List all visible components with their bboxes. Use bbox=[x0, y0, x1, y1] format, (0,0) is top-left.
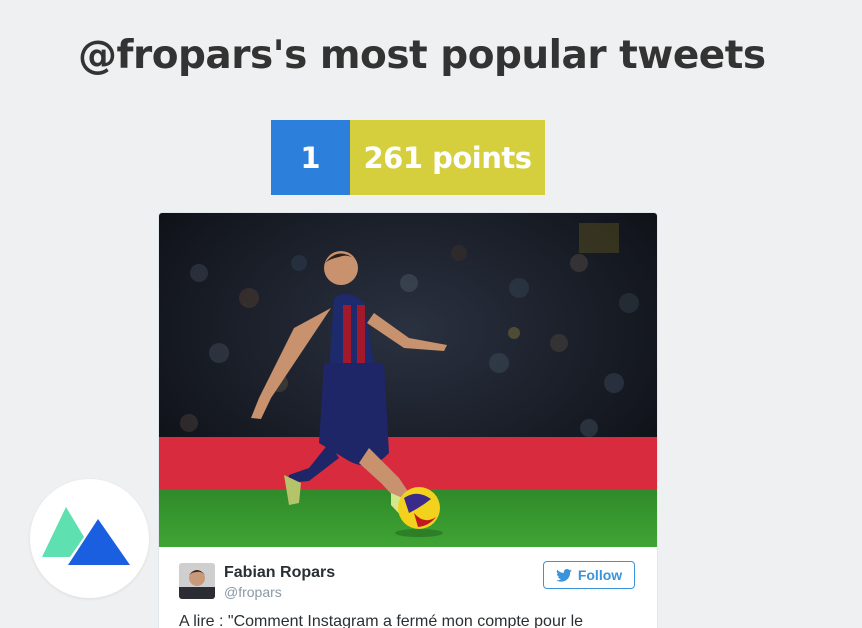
soccer-player-photo[interactable] bbox=[159, 213, 657, 547]
points-badge: 261 points bbox=[350, 120, 545, 195]
author-handle[interactable]: @fropars bbox=[224, 584, 282, 600]
brand-logo[interactable] bbox=[30, 479, 149, 598]
tweet-text: A lire : "Comment Instagram a fermé mon … bbox=[179, 613, 584, 628]
author-name[interactable]: Fabian Ropars bbox=[224, 564, 335, 582]
follow-label: Follow bbox=[577, 567, 623, 583]
tweet-card[interactable]: Fabian Ropars @fropars Follow A lire : "… bbox=[158, 212, 658, 628]
rank-badge: 1 bbox=[271, 120, 350, 195]
tweet-header: Fabian Ropars @fropars Follow bbox=[159, 547, 657, 607]
page-title: @fropars's most popular tweets bbox=[78, 33, 766, 78]
mountain-logo-icon bbox=[42, 507, 130, 565]
avatar[interactable] bbox=[179, 563, 215, 599]
twitter-bird-icon bbox=[556, 568, 572, 582]
rank-score-bar: 1 261 points bbox=[271, 120, 545, 195]
follow-button[interactable]: Follow bbox=[543, 561, 635, 589]
